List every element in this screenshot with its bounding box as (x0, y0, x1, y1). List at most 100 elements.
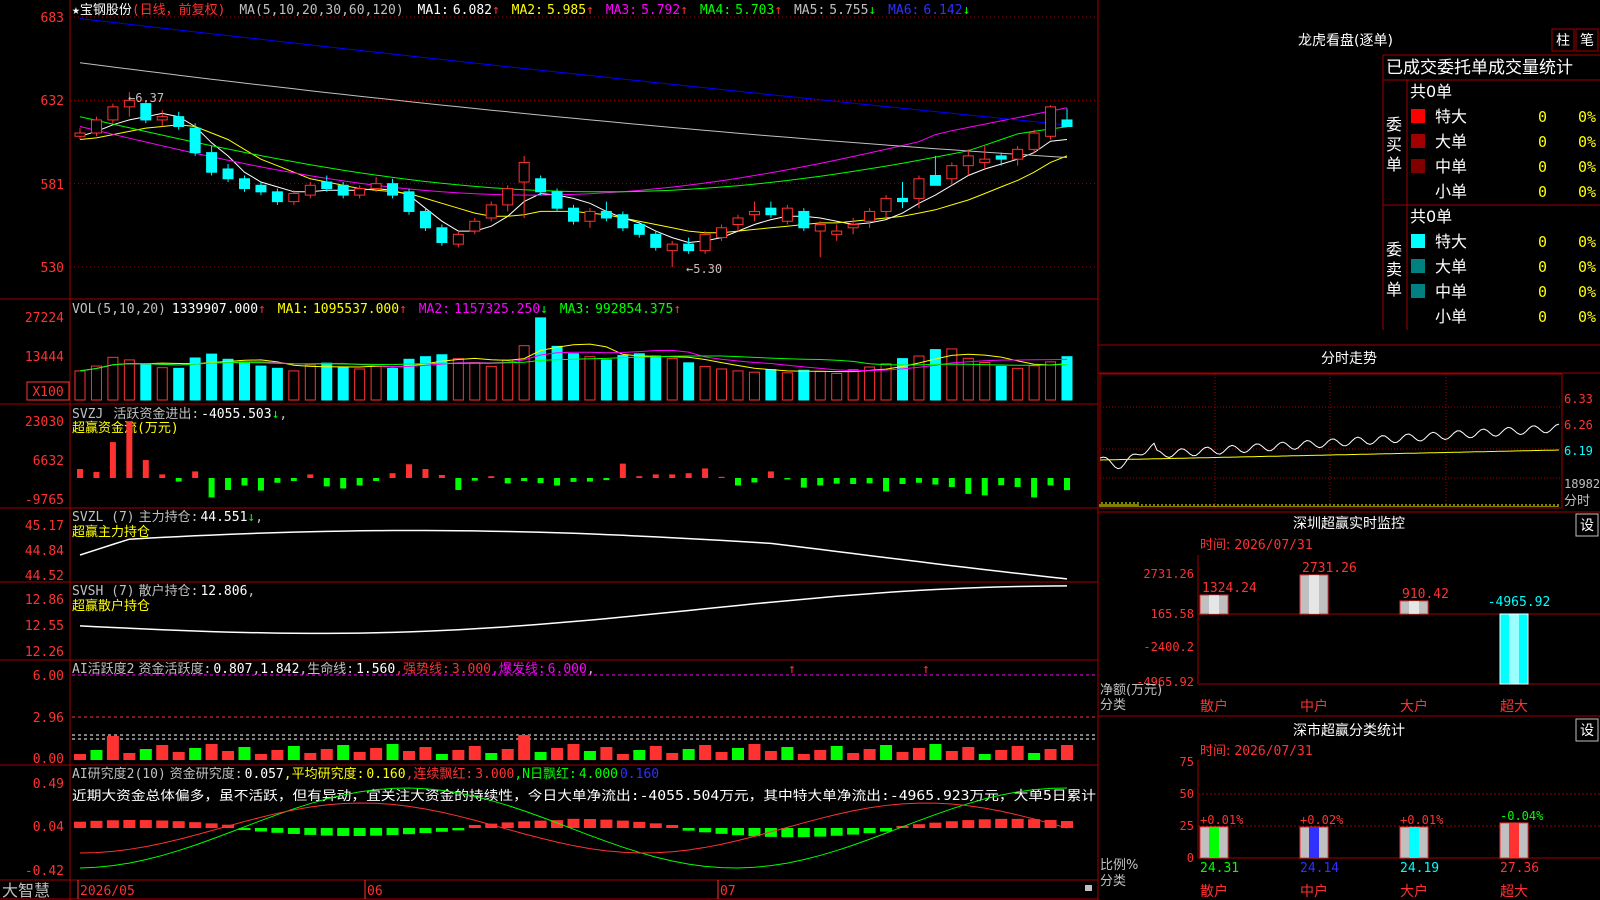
sell-total: 共0单 (1410, 207, 1452, 226)
ai-active-tick-000: 0.00 (33, 752, 64, 767)
ai-active-bar (287, 746, 300, 760)
volume-bar (748, 371, 760, 401)
candle-body (864, 210, 876, 222)
svzl-suffix: , (255, 510, 263, 525)
ai-research-bar (452, 828, 465, 831)
vol-ma2-value: 1157325.250 (454, 302, 540, 317)
candle (485, 201, 497, 222)
ai-research-bar (649, 823, 662, 828)
svzj-bar (932, 478, 939, 485)
ai-active-bar (666, 753, 679, 760)
ai-research-bar (205, 823, 218, 828)
sz-monitor-title: 深圳超赢实时监控 (1293, 515, 1405, 532)
svzj-bar (504, 478, 511, 484)
svzl-header: SVZL (7) 主力持仓: 44.551↓, (72, 510, 263, 525)
sz-class-panel[interactable]: 深市超赢分类统计 设 时间: 2026/07/31 75 50 25 0 比例% … (1098, 715, 1600, 900)
volume-bar (222, 358, 234, 401)
ai-research-bar (863, 828, 876, 834)
candle-body (304, 184, 316, 196)
svzj-bar (603, 478, 610, 481)
sz-monitor-time-label: 时间: (1200, 538, 1230, 553)
price-tick-581: 581 (41, 178, 64, 193)
x-label-may: 2026/05 (80, 884, 135, 899)
svzl-panel[interactable]: SVZL (7) 主力持仓: 44.551↓, 超赢主力持仓 45.17 44.84… (25, 510, 1068, 584)
svzj-bar (225, 478, 232, 490)
intraday-panel[interactable]: 分时走势 6.33 6.26 6.19 18982 分时 (1098, 351, 1600, 509)
candle-body (699, 233, 711, 252)
ai-research-panel[interactable]: AI研究度2(10) 资金研究度: 0.057,平均研究度: 0.160,连续飘红: 3… (25, 766, 1096, 879)
svsh-panel[interactable]: SVSH (7) 散户持仓: 12.806, 超赢散户持仓 12.86 12.55 … (25, 583, 1068, 660)
volume-panel[interactable]: VOL(5,10,20) 1339907.000↑ MA1: 1095537.000… (25, 302, 1073, 401)
ai-research-bar (123, 820, 136, 828)
price-panel[interactable]: 683 632 581 530 ←6.37 ←5.30 ★宝钢股份(日线，前复权… (41, 2, 1096, 276)
volume-bar (864, 366, 876, 401)
svzj-bar (471, 478, 478, 481)
ai-research-bar (337, 828, 350, 836)
ai-research-bar (304, 828, 317, 835)
sell-row-count: 0 (1538, 283, 1547, 301)
svzl-title: SVZL (7) (72, 510, 135, 525)
high-marker: ←6.37 (128, 91, 164, 105)
sz-class-tick-25: 25 (1180, 819, 1194, 833)
candle-body (897, 197, 908, 203)
svzj-bar (307, 474, 314, 478)
svsh-suffix: , (247, 584, 255, 599)
volume-bar (716, 368, 728, 401)
lock-icon[interactable] (1085, 885, 1092, 891)
star-icon: ★ (72, 3, 80, 18)
ai-active-panel[interactable]: AI活跃度2 资金活跃度: 0.807,1.842,生命线: 1.560,强势线: 3.… (33, 661, 1096, 767)
volume-bar (781, 372, 793, 401)
candle-body (206, 152, 218, 173)
ai-research-bar (830, 828, 843, 836)
sz-monitor-tick-max: 2731.26 (1143, 567, 1194, 581)
ai-active-bar (781, 747, 794, 760)
candle-body (239, 178, 250, 190)
candle-body (1061, 119, 1073, 127)
ma2-arrow: ↑ (586, 3, 594, 18)
svzj-panel[interactable]: SVZJ 活跃资金进出: -4055.503↓, 超赢资金流(万元) 23030 6… (25, 406, 1070, 508)
sell-row-name: 中单 (1435, 282, 1467, 301)
svzj-bar (257, 478, 264, 491)
sell-row-pct: 0% (1578, 233, 1596, 251)
svzj-bar (175, 478, 182, 482)
vol-ma3-label: MA3: (560, 302, 591, 317)
ai-active-bar (1011, 746, 1024, 760)
ma1-label: MA1: (418, 3, 449, 18)
svzj-bar (422, 469, 429, 478)
sell-row-name: 大单 (1435, 257, 1467, 276)
vol-ma1-value: 1095537.000 (313, 302, 399, 317)
ai-research-bar (764, 828, 777, 837)
ai-research-bar (600, 819, 613, 828)
svzj-subtitle: 超赢资金流(万元) (72, 420, 179, 436)
ai-research-bar (797, 828, 810, 838)
svzj-bar (850, 478, 857, 484)
candle-body (847, 224, 859, 229)
svzj-bar (93, 472, 100, 478)
candle (781, 204, 793, 225)
candle (502, 185, 514, 212)
ai-active-bar (485, 753, 498, 760)
svzl-subtitle: 超赢主力持仓 (72, 524, 150, 540)
sz-monitor-panel[interactable]: 深圳超赢实时监控 设 时间: 2026/07/31 2731.26 165.58 … (1098, 511, 1600, 715)
ai-active-bar (139, 749, 152, 760)
ai-research-bar (781, 828, 794, 838)
ai-active-bar (814, 750, 827, 760)
candle (1012, 146, 1024, 166)
candle (683, 237, 695, 254)
candle-body (140, 103, 152, 121)
ai-research-bar (945, 821, 958, 828)
candle-body (814, 224, 826, 232)
intraday-vol-label: 18982 (1564, 477, 1600, 491)
volume-bar (123, 359, 135, 401)
candle-body (222, 168, 234, 180)
ai-active-bar (370, 748, 383, 760)
lhb-panel[interactable]: 龙虎看盘(逐单) 柱 笔 已成交委托单成交量统计 委买单 委卖单 共0单 共0单… (1098, 28, 1600, 346)
sz-monitor-value-label: -4965.92 (1488, 595, 1551, 610)
sz-class-cat-mid: 中户 (1300, 883, 1328, 900)
ai-research-label: 资金研究度: (170, 766, 243, 782)
ai-active-bar (189, 748, 202, 760)
sz-monitor-settings-label: 设 (1580, 518, 1594, 534)
buy-row-name: 中单 (1435, 157, 1467, 176)
buy-row-pct: 0% (1578, 133, 1596, 151)
candle (699, 231, 711, 254)
